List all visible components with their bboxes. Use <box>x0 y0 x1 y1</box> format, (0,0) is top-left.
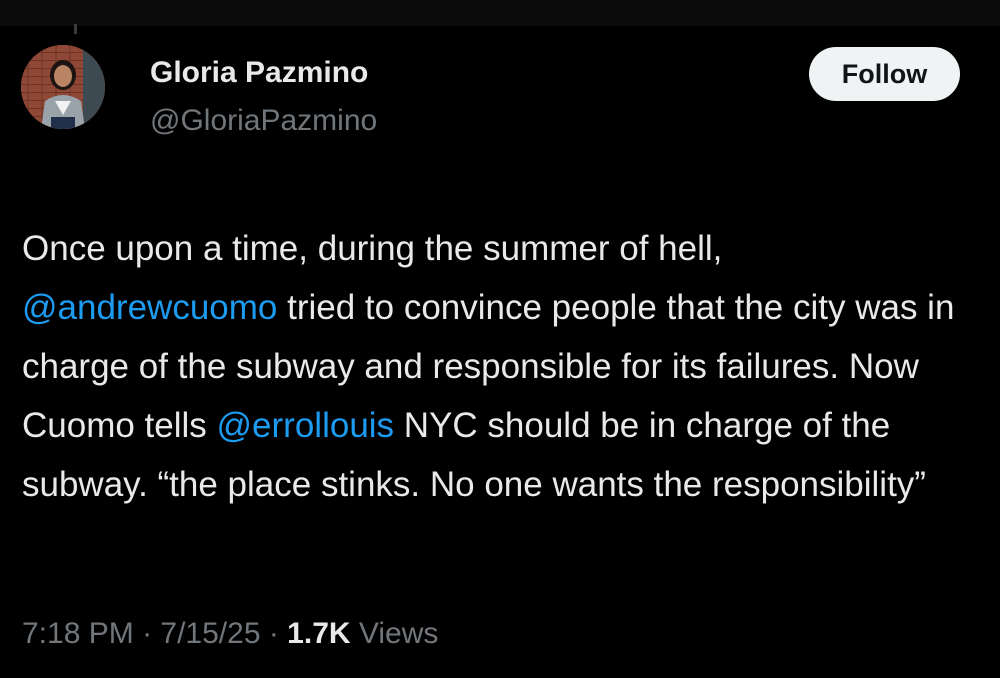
meta-separator: · <box>133 617 161 650</box>
tweet-text-segment: Once upon a time, during the summer of h… <box>22 229 723 268</box>
tweet-text: Once upon a time, during the summer of h… <box>22 219 972 514</box>
follow-button[interactable]: Follow <box>809 47 960 101</box>
tweet-meta: 7:18 PM · 7/15/25 · 1.7K Views <box>22 614 438 654</box>
author-name[interactable]: Gloria Pazmino <box>150 58 368 88</box>
mention-link-andrewcuomo[interactable]: @andrewcuomo <box>22 288 277 327</box>
meta-separator: · <box>260 617 288 650</box>
mention-link-errollouis[interactable]: @errollouis <box>217 406 395 445</box>
scroll-indicator <box>74 24 77 34</box>
views-count[interactable]: 1.7K <box>287 617 350 650</box>
tweet-date[interactable]: 7/15/25 <box>160 617 260 650</box>
top-bar <box>0 0 1000 26</box>
author-handle[interactable]: @GloriaPazmino <box>150 106 377 136</box>
tweet-time[interactable]: 7:18 PM <box>22 617 134 650</box>
views-label: Views <box>350 617 439 650</box>
avatar[interactable] <box>21 45 105 129</box>
